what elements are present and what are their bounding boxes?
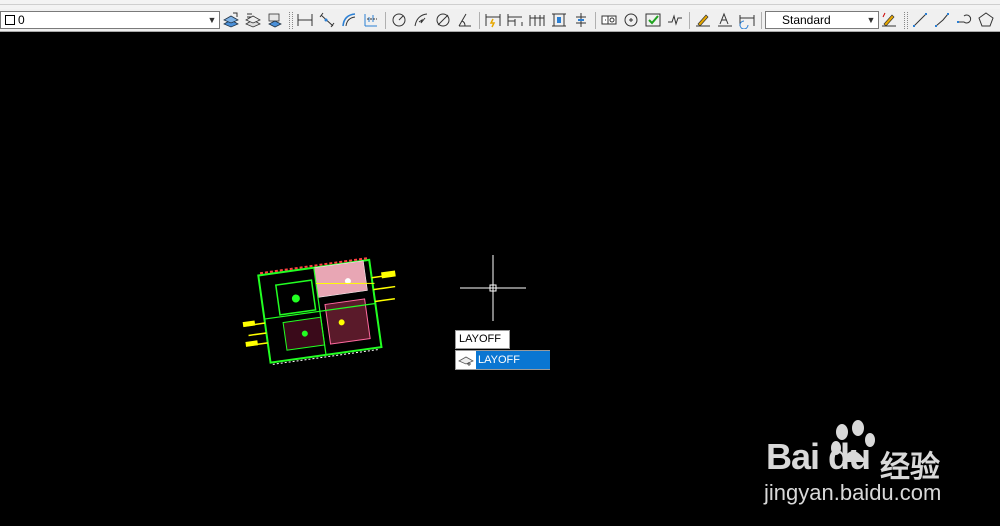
quick-dim-icon[interactable] xyxy=(484,11,502,29)
watermark-logo-text: Bai du xyxy=(766,436,871,477)
layer-properties-icon[interactable] xyxy=(244,11,262,29)
dim-edit-icon[interactable] xyxy=(694,11,712,29)
layer-isolate-icon[interactable] xyxy=(266,11,284,29)
dim-style-value: Standard xyxy=(782,13,831,27)
dim-space-icon[interactable] xyxy=(550,11,568,29)
toolbar-grip[interactable] xyxy=(904,12,908,29)
tolerance-icon[interactable] xyxy=(600,11,618,29)
jogged-linear-icon[interactable] xyxy=(666,11,684,29)
toolbar-grip[interactable] xyxy=(289,12,293,29)
dim-break-icon[interactable] xyxy=(572,11,590,29)
baseline-dim-icon[interactable] xyxy=(506,11,524,29)
toolbar: 0 ▼ Standard ▼ xyxy=(0,9,1000,32)
dim-update-icon[interactable] xyxy=(738,11,756,29)
chevron-down-icon[interactable]: ▼ xyxy=(864,12,878,28)
dynamic-input-field[interactable]: LAYOFF xyxy=(455,330,510,349)
chevron-down-icon[interactable]: ▼ xyxy=(205,12,219,28)
dim-style-combo[interactable]: Standard ▼ xyxy=(765,11,879,29)
line-icon[interactable] xyxy=(911,11,929,29)
radius-dim-icon[interactable] xyxy=(390,11,408,29)
layer-combo-value: 0 xyxy=(5,12,25,28)
autocomplete-item-layoff[interactable]: LAYOFF xyxy=(476,351,550,369)
layer-state-icon[interactable] xyxy=(222,11,240,29)
dim-style-icon[interactable] xyxy=(880,11,898,29)
polyline-icon[interactable] xyxy=(933,11,951,29)
ordinate-dim-icon[interactable] xyxy=(362,11,380,29)
rectangle-icon[interactable] xyxy=(977,11,995,29)
angular-dim-icon[interactable] xyxy=(456,11,474,29)
cad-drawing[interactable] xyxy=(240,245,405,380)
inspect-icon[interactable] xyxy=(644,11,662,29)
dim-text-edit-icon[interactable] xyxy=(716,11,734,29)
jogged-dim-icon[interactable] xyxy=(412,11,430,29)
autocomplete-list: LAYOFF xyxy=(455,350,550,370)
arc-length-icon[interactable] xyxy=(340,11,358,29)
watermark-url: jingyan.baidu.com xyxy=(764,480,942,505)
crosshair-cursor-icon xyxy=(460,255,526,321)
linear-dim-icon[interactable] xyxy=(296,11,314,29)
watermark: Bai du 经验 jingyan.baidu.com xyxy=(760,418,990,514)
layer-combo[interactable]: 0 ▼ xyxy=(0,11,220,29)
layer-off-icon xyxy=(458,356,474,366)
continue-dim-icon[interactable] xyxy=(528,11,546,29)
diameter-dim-icon[interactable] xyxy=(434,11,452,29)
aligned-dim-icon[interactable] xyxy=(318,11,336,29)
center-mark-icon[interactable] xyxy=(622,11,640,29)
window-top-strip xyxy=(0,0,1000,9)
polygon-icon[interactable] xyxy=(955,11,973,29)
